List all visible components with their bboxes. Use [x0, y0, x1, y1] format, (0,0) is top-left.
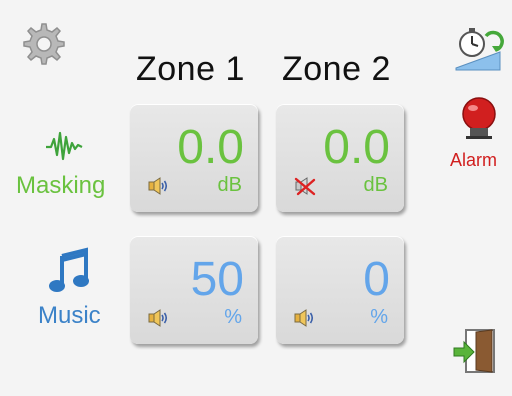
tile-unit: % [370, 306, 388, 328]
gear-icon[interactable] [20, 20, 68, 68]
tile-unit: dB [217, 174, 242, 196]
music-zone2-tile[interactable]: 0 % [276, 236, 404, 344]
zone-2-header: Zone 2 [282, 50, 391, 88]
tile-value: 0.0 [323, 121, 390, 174]
tile-value: 0 [363, 253, 390, 306]
zone-1-header: Zone 1 [136, 50, 245, 88]
bell-icon [456, 94, 502, 140]
speaker-icon [294, 308, 316, 328]
tile-unit: dB [363, 174, 388, 196]
music-zone1-tile[interactable]: 50 % [130, 236, 258, 344]
speaker-icon [148, 308, 170, 328]
tile-unit: % [224, 306, 242, 328]
speaker-muted-icon [294, 176, 316, 196]
masking-zone1-tile[interactable]: 0.0 dB [130, 104, 258, 212]
tile-value: 50 [190, 253, 244, 306]
waveform-icon [44, 125, 84, 165]
door-exit-icon[interactable] [452, 326, 502, 376]
clock-sync-icon[interactable] [452, 22, 504, 74]
speaker-icon [148, 176, 170, 196]
masking-zone2-tile[interactable]: 0.0 dB [276, 104, 404, 212]
tile-value: 0.0 [177, 121, 244, 174]
masking-label: Masking [16, 172, 106, 199]
alarm-button[interactable]: Alarm [450, 94, 508, 174]
alarm-label: Alarm [450, 150, 498, 170]
music-label: Music [38, 302, 101, 329]
music-note-icon [48, 246, 92, 296]
